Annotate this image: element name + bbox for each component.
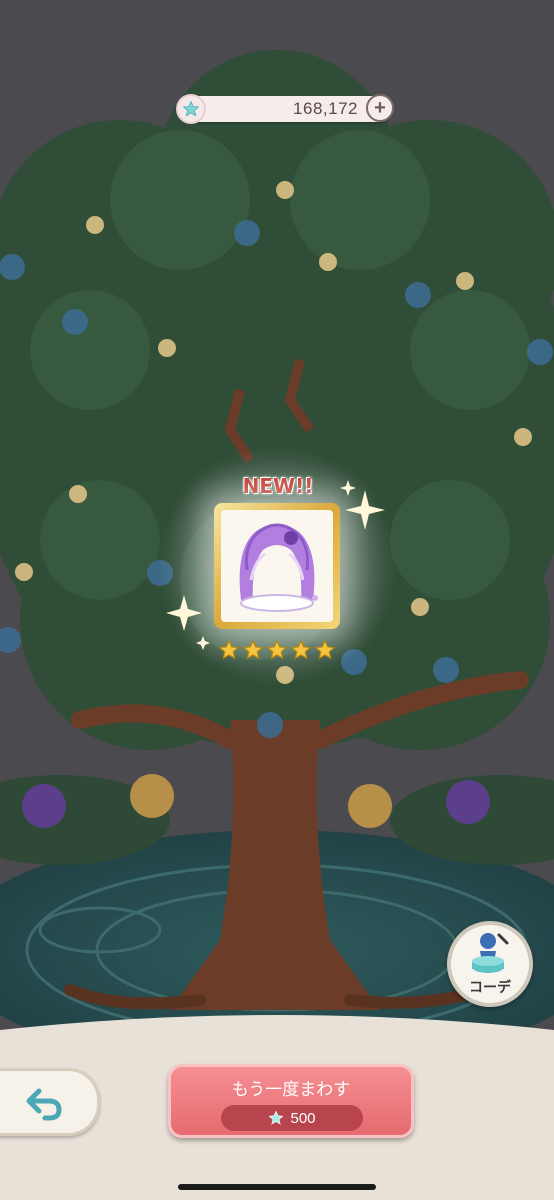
mannequin-icon xyxy=(472,933,509,973)
star-icon xyxy=(269,1110,284,1125)
star-icon xyxy=(176,94,206,124)
spin-cost: 500 xyxy=(221,1105,363,1131)
rarity-star-icon xyxy=(290,639,312,660)
purple-hair-item-icon xyxy=(239,523,318,612)
rarity-star-icon xyxy=(314,639,336,660)
back-button[interactable] xyxy=(0,1068,100,1136)
reward-card[interactable] xyxy=(214,503,340,629)
new-badge: NEW!! xyxy=(242,474,314,498)
rarity-stars xyxy=(218,639,336,665)
coordinate-label: コーデ xyxy=(469,980,511,996)
currency-amount: 168,172 xyxy=(293,99,358,118)
rarity-star-icon xyxy=(218,639,240,660)
rarity-star-icon xyxy=(266,639,288,660)
home-indicator xyxy=(178,1184,376,1190)
plus-icon[interactable]: + xyxy=(366,94,394,122)
currency-bar: 168,172 + xyxy=(176,94,394,124)
back-arrow-icon xyxy=(26,1088,62,1121)
rarity-star-icon xyxy=(242,639,264,660)
coordinate-button[interactable]: コーデ xyxy=(447,921,533,1007)
spin-again-label: もう一度まわす xyxy=(231,1080,351,1100)
spin-again-button[interactable]: もう一度まわす 500 xyxy=(168,1064,414,1138)
spin-cost-amount: 500 xyxy=(290,1109,316,1127)
